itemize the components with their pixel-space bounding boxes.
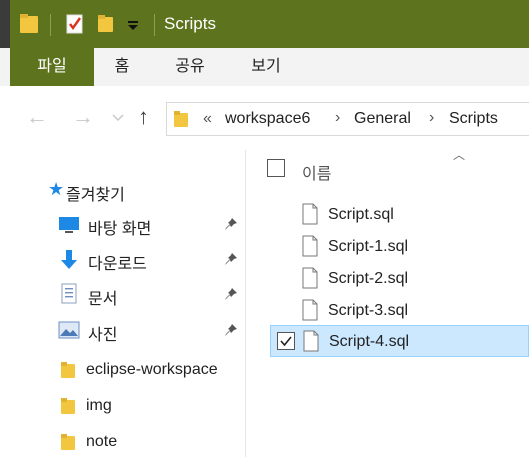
navigation-pane: ★ 즐겨찾기 바탕 화면 다운로드 문서 사진 eclipse-workspac… — [10, 150, 244, 457]
file-row[interactable]: Script-1.sql — [270, 231, 529, 263]
sidebar-item-quick-access[interactable]: ★ 즐겨찾기 — [10, 174, 244, 208]
sidebar-item-eclipse-workspace[interactable]: eclipse-workspace — [10, 354, 244, 388]
desktop-icon — [59, 217, 79, 233]
sidebar-item-desktop[interactable]: 바탕 화면 — [10, 208, 244, 242]
documents-icon — [61, 283, 77, 304]
column-header-name[interactable]: 이름 — [302, 160, 331, 184]
properties-check-icon[interactable] — [64, 12, 86, 36]
folder-icon — [20, 14, 38, 33]
pane-divider[interactable] — [245, 150, 246, 457]
sidebar-item-documents[interactable]: 문서 — [10, 278, 244, 312]
background-strip — [0, 0, 10, 48]
breadcrumb-separator-icon[interactable]: › — [429, 109, 434, 127]
recent-locations-chevron-icon[interactable] — [112, 114, 124, 122]
sidebar-item-note[interactable]: note — [10, 426, 244, 460]
file-row[interactable]: Script-3.sql — [270, 295, 529, 327]
new-folder-icon[interactable] — [96, 12, 116, 36]
tab-home[interactable]: 홈 — [104, 48, 140, 86]
navigation-bar: ← → ↑ « workspace6 › General › Scripts — [0, 86, 529, 150]
breadcrumb-workspace6[interactable]: workspace6 — [225, 110, 310, 128]
sidebar-item-label: 즐겨찾기 — [66, 187, 125, 204]
column-header: 이름 ︿ — [246, 148, 529, 186]
address-bar[interactable]: « workspace6 › General › Scripts — [166, 102, 529, 136]
file-row[interactable]: Script.sql — [270, 199, 529, 231]
folder-icon — [61, 398, 75, 414]
download-arrow-icon — [61, 250, 77, 269]
star-icon: ★ — [48, 179, 65, 199]
back-arrow-icon[interactable]: ← — [26, 106, 48, 128]
select-all-checkbox[interactable] — [267, 159, 285, 177]
sidebar-item-label: note — [86, 433, 118, 450]
folder-icon — [61, 362, 75, 378]
sidebar-item-pictures[interactable]: 사진 — [10, 314, 244, 348]
file-row-selected[interactable]: Script-4.sql — [270, 325, 529, 357]
breadcrumb-general[interactable]: General — [354, 110, 411, 128]
checkmark-icon — [280, 336, 292, 347]
breadcrumb-scripts[interactable]: Scripts — [449, 110, 498, 128]
file-name: Script-4.sql — [329, 333, 410, 350]
row-checkbox-checked[interactable] — [277, 332, 295, 350]
file-row[interactable]: Script-2.sql — [270, 263, 529, 295]
tab-file[interactable]: 파일 — [10, 48, 94, 86]
pin-icon[interactable] — [224, 323, 238, 337]
folder-icon — [174, 111, 188, 127]
sidebar-item-label: img — [86, 397, 112, 414]
pictures-icon — [58, 321, 80, 339]
file-icon — [302, 203, 318, 225]
sort-ascending-icon: ︿ — [453, 148, 466, 162]
pin-icon[interactable] — [224, 287, 238, 301]
pin-icon[interactable] — [224, 252, 238, 266]
file-name: Script-2.sql — [328, 270, 409, 287]
file-icon — [302, 299, 318, 321]
toolbar-separator — [154, 14, 155, 36]
tab-share[interactable]: 공유 — [164, 48, 216, 86]
up-arrow-icon[interactable]: ↑ — [138, 106, 149, 128]
pin-icon[interactable] — [224, 217, 238, 231]
title-bar: Scripts — [0, 0, 529, 48]
file-name: Script-1.sql — [328, 238, 409, 255]
folder-icon — [61, 434, 75, 450]
sidebar-item-label: 사진 — [88, 327, 118, 344]
file-icon — [303, 330, 319, 352]
ribbon-tabs: 파일 홈 공유 보기 — [0, 48, 529, 87]
sidebar-item-label: 문서 — [88, 291, 118, 308]
chevron-down-icon[interactable] — [126, 12, 140, 36]
tab-view[interactable]: 보기 — [240, 48, 292, 86]
toolbar-separator — [50, 14, 51, 36]
sidebar-item-label: eclipse-workspace — [86, 361, 218, 378]
breadcrumb-separator-icon[interactable]: › — [335, 109, 340, 127]
sidebar-item-downloads[interactable]: 다운로드 — [10, 243, 244, 277]
file-name: Script-3.sql — [328, 302, 409, 319]
forward-arrow-icon[interactable]: → — [72, 106, 94, 128]
sidebar-item-label: 다운로드 — [88, 256, 147, 273]
sidebar-item-label: 바탕 화면 — [88, 221, 152, 238]
file-name: Script.sql — [328, 206, 394, 223]
file-icon — [302, 267, 318, 289]
sidebar-item-img[interactable]: img — [10, 390, 244, 424]
breadcrumb-overflow[interactable]: « — [203, 110, 212, 128]
file-icon — [302, 235, 318, 257]
window-title: Scripts — [164, 14, 216, 33]
